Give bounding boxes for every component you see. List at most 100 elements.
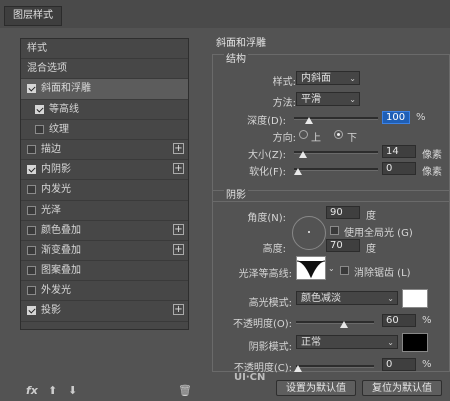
style-item-contour[interactable]: 等高线	[21, 100, 188, 120]
global-light-label: 使用全局光 (G)	[344, 228, 413, 239]
shadow-mode-dropdown[interactable]: 正常 ⌄	[296, 335, 398, 349]
stroke-add-button[interactable]: +	[173, 142, 184, 154]
chevron-down-icon: ⌄	[387, 294, 394, 303]
style-item-pattern-overlay[interactable]: 图案叠加	[21, 261, 188, 282]
depth-slider-thumb[interactable]	[305, 117, 313, 124]
inner-shadow-add-button[interactable]: +	[173, 163, 184, 175]
shadow-opacity-thumb[interactable]	[294, 365, 302, 372]
chevron-down-icon: ⌄	[349, 74, 356, 83]
style-dropdown[interactable]: 内斜面 ⌄	[296, 71, 360, 85]
styles-header[interactable]: 样式	[21, 39, 188, 60]
style-item-drop-shadow[interactable]: 投影 +	[21, 301, 188, 322]
structure-title: 结构	[224, 50, 248, 65]
altitude-label: 高度:	[262, 244, 286, 255]
texture-label: 纹理	[49, 123, 69, 135]
move-down-icon[interactable]: ⬇	[68, 384, 77, 397]
style-item-inner-shadow[interactable]: 内阴影 +	[21, 160, 188, 181]
soften-slider-thumb[interactable]	[294, 168, 302, 175]
inner-glow-label: 内发光	[41, 184, 71, 196]
highlight-mode-dropdown[interactable]: 颜色减淡 ⌄	[296, 291, 398, 305]
bevel-checkbox[interactable]	[27, 84, 36, 94]
antialias-label: 消除锯齿 (L)	[354, 268, 411, 279]
stroke-label: 描边	[41, 143, 61, 155]
highlight-mode-label: 高光模式:	[248, 298, 292, 309]
chevron-down-icon: ⌄	[387, 338, 394, 347]
style-item-stroke[interactable]: 描边 +	[21, 140, 188, 161]
title-bar: 图层样式	[0, 0, 450, 28]
chevron-down-icon[interactable]: ⌄	[328, 264, 335, 273]
outer-glow-checkbox[interactable]	[27, 286, 36, 296]
fx-icon[interactable]: fx	[26, 384, 38, 397]
direction-up-label: 上	[311, 133, 321, 144]
satin-label: 光泽	[41, 204, 61, 216]
color-overlay-checkbox[interactable]	[27, 225, 36, 235]
size-slider-thumb[interactable]	[299, 151, 307, 158]
soften-input[interactable]: 0	[382, 162, 416, 175]
bevel-title: 斜面和浮雕	[216, 38, 266, 49]
style-item-color-overlay[interactable]: 颜色叠加 +	[21, 221, 188, 241]
texture-checkbox[interactable]	[35, 124, 44, 134]
angle-input[interactable]: 90	[326, 206, 360, 219]
move-up-icon[interactable]: ⬆	[48, 384, 57, 397]
style-item-outer-glow[interactable]: 外发光	[21, 281, 188, 302]
pattern-overlay-checkbox[interactable]	[27, 266, 36, 276]
styles-list: 样式 混合选项 斜面和浮雕 等高线 纹理 描边 + 内阴影 + 内发光 光泽 颜…	[20, 38, 189, 330]
direction-down-radio[interactable]	[334, 130, 343, 139]
angle-dial[interactable]	[292, 216, 326, 250]
method-value: 平滑	[301, 94, 321, 105]
shadow-color-swatch[interactable]	[402, 333, 428, 352]
highlight-opacity-slider[interactable]	[296, 321, 374, 324]
shadow-opacity-slider[interactable]	[296, 365, 374, 368]
size-input[interactable]: 14	[382, 145, 416, 158]
styles-header-label: 样式	[27, 43, 47, 54]
pattern-overlay-label: 图案叠加	[41, 265, 81, 277]
drop-shadow-checkbox[interactable]	[27, 306, 36, 316]
inner-glow-checkbox[interactable]	[27, 185, 36, 195]
method-dropdown[interactable]: 平滑 ⌄	[296, 92, 360, 106]
color-overlay-label: 颜色叠加	[41, 224, 81, 236]
style-item-texture[interactable]: 纹理	[21, 120, 188, 140]
highlight-opacity-thumb[interactable]	[340, 321, 348, 328]
contour-checkbox[interactable]	[35, 104, 44, 114]
antialias-checkbox[interactable]	[340, 266, 349, 275]
depth-input[interactable]: 100	[382, 111, 410, 124]
gradient-overlay-label: 渐变叠加	[41, 244, 81, 256]
size-unit: 像素	[422, 150, 442, 161]
global-light-checkbox[interactable]	[330, 226, 339, 235]
style-item-gradient-overlay[interactable]: 渐变叠加 +	[21, 241, 188, 262]
highlight-color-swatch[interactable]	[402, 289, 428, 308]
outer-glow-label: 外发光	[41, 285, 71, 297]
shadow-opacity-input[interactable]: 0	[382, 358, 416, 371]
gloss-contour-preview[interactable]	[296, 256, 326, 280]
gradient-overlay-add-button[interactable]: +	[173, 243, 184, 255]
highlight-opacity-input[interactable]: 60	[382, 314, 416, 327]
gradient-overlay-checkbox[interactable]	[27, 245, 36, 255]
style-item-satin[interactable]: 光泽	[21, 201, 188, 221]
shadow-mode-value: 正常	[301, 337, 321, 348]
contour-curve-icon	[296, 260, 326, 279]
highlight-mode-value: 颜色减淡	[301, 293, 341, 304]
soften-slider[interactable]	[294, 168, 378, 171]
blend-options[interactable]: 混合选项	[21, 59, 188, 80]
color-overlay-add-button[interactable]: +	[173, 223, 184, 235]
trash-icon[interactable]: 🗑	[178, 384, 192, 397]
drop-shadow-add-button[interactable]: +	[173, 304, 184, 316]
altitude-unit: 度	[366, 244, 376, 255]
inner-shadow-checkbox[interactable]	[27, 165, 36, 175]
style-item-inner-glow[interactable]: 内发光	[21, 180, 188, 201]
satin-checkbox[interactable]	[27, 205, 36, 215]
chevron-down-icon: ⌄	[349, 95, 356, 104]
inner-shadow-label: 内阴影	[41, 164, 71, 176]
depth-unit: %	[416, 112, 426, 123]
altitude-input[interactable]: 70	[326, 239, 360, 252]
reset-default-button[interactable]: 复位为默认值	[362, 380, 442, 396]
set-default-button[interactable]: 设置为默认值	[276, 380, 356, 396]
style-item-bevel[interactable]: 斜面和浮雕	[21, 79, 188, 100]
size-label: 大小(Z):	[247, 150, 286, 161]
direction-label: 方向:	[272, 133, 296, 144]
direction-up-radio[interactable]	[299, 130, 308, 139]
layer-style-dialog: 图层样式 样式 混合选项 斜面和浮雕 等高线 纹理 描边 + 内阴影 + 内发光…	[0, 0, 450, 401]
gloss-contour-label: 光泽等高线:	[238, 269, 292, 280]
shading-title: 阴影	[224, 186, 248, 201]
stroke-checkbox[interactable]	[27, 144, 36, 154]
